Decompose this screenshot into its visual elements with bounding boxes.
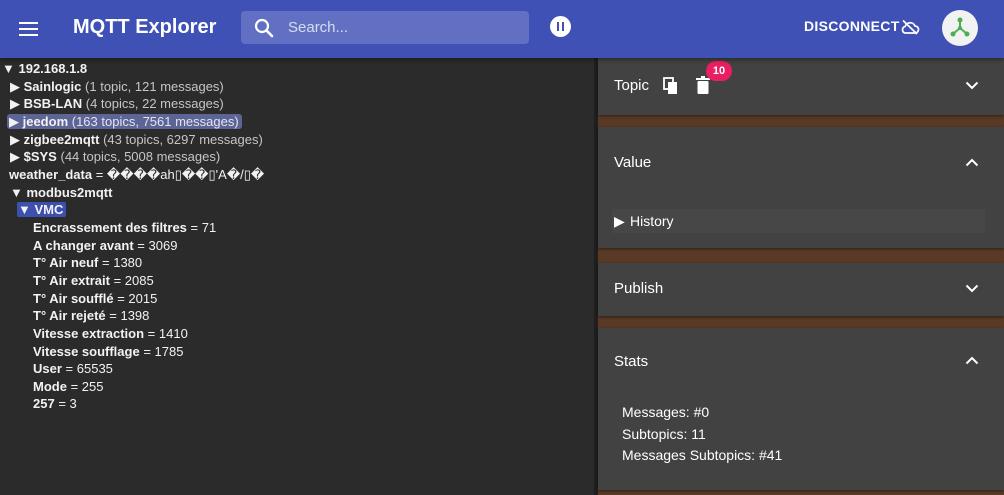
app-title: MQTT Explorer [73,16,217,38]
tree-node-name: zigbee2mqtt [23,132,100,147]
stats-subtopics: Subtopics: 11 [622,426,706,442]
publish-panel[interactable]: Publish [598,263,1004,316]
chevron-down-icon[interactable] [965,81,979,90]
tree-node-jeedom[interactable]: ▶ jeedom (163 topics, 7561 messages) [7,113,242,130]
tree-node-modbus2mqtt[interactable]: ▼ modbus2mqtt [10,184,112,201]
tree-leaf-name: Vitesse extraction [33,326,145,341]
disconnect-button[interactable]: DISCONNECT [804,18,900,34]
tree-node-sys[interactable]: ▶ $SYS (44 topics, 5008 messages) [10,148,220,165]
copy-icon[interactable] [663,77,679,95]
tree-node-value: = ����ah▯��▯'A�/▯� [95,167,265,182]
tree-node-name: BSB-LAN [23,96,83,111]
tree-leaf-value: = 2085 [113,273,154,288]
tree-node-highlight: ▶ jeedom (163 topics, 7561 messages) [7,114,242,129]
stats-messages: Messages: #0 [622,404,710,420]
avatar[interactable] [942,10,978,46]
tree-node-meta: (1 topic, 121 messages) [85,79,224,94]
tree-leaf[interactable]: T° Air extrait = 2085 [33,272,154,289]
tree-node-weather-data[interactable]: weather_data = ����ah▯��▯'A�/▯� [9,166,264,183]
tree-leaf[interactable]: T° Air soufflé = 2015 [33,290,157,307]
tree-node-meta: (163 topics, 7561 messages) [71,114,239,129]
delete-count-badge: 10 [706,61,732,81]
cloud-off-icon[interactable] [900,19,920,35]
history-label: History [630,213,674,229]
tree-leaf-value: = 1398 [109,308,150,323]
chevron-down-icon[interactable] [965,284,979,293]
search-box[interactable] [241,11,529,44]
tree-leaf-value: = 71 [190,220,217,235]
tree-leaf-name: Mode [33,379,67,394]
tree-leaf-name: T° Air rejeté [33,308,106,323]
tree-node-meta: (4 topics, 22 messages) [85,96,224,111]
tree-leaf-value: = 2015 [117,291,158,306]
topic-panel[interactable]: Topic [598,58,1004,115]
search-icon [254,18,274,38]
tree-leaf-name: User [33,361,62,376]
tree-node-name: jeedom [22,114,69,129]
tree-node-sainlogic[interactable]: ▶ Sainlogic (1 topic, 121 messages) [10,78,224,95]
pause-icon[interactable] [550,16,571,37]
delete-icon[interactable] [696,76,710,94]
tree-leaf-value: = 1410 [147,326,188,341]
tree-root-label: 192.168.1.8 [18,61,88,76]
tree-node-name: modbus2mqtt [26,185,113,200]
tree-leaf[interactable]: A changer avant = 3069 [33,237,177,254]
tree-root[interactable]: ▼ 192.168.1.8 [2,60,87,77]
tree-node-vmc[interactable]: ▼ VMC [17,201,67,218]
tree-leaf[interactable]: Vitesse extraction = 1410 [33,325,188,342]
tree-node-meta: (44 topics, 5008 messages) [60,149,221,164]
tree-leaf[interactable]: User = 65535 [33,360,113,377]
tree-leaf-name: Encrassement des filtres [33,220,187,235]
topic-tree: ▼ 192.168.1.8 ▶ Sainlogic (1 topic, 121 … [0,58,594,495]
tree-leaf[interactable]: 257 = 3 [33,395,77,412]
tree-leaf-name: A changer avant [33,238,134,253]
tree-leaf[interactable]: T° Air rejeté = 1398 [33,307,149,324]
tree-leaf[interactable]: Encrassement des filtres = 71 [33,219,216,236]
app-bar: MQTT Explorer DISCONNECT [0,0,1004,58]
tree-leaf[interactable]: Vitesse soufflage = 1785 [33,343,183,360]
tree-node-name: VMC [34,202,64,217]
tree-leaf-name: T° Air extrait [33,273,110,288]
chevron-up-icon[interactable] [965,158,979,167]
tree-node-bsb-lan[interactable]: ▶ BSB-LAN (4 topics, 22 messages) [10,95,224,112]
tree-leaf-name: T° Air soufflé [33,291,114,306]
tree-leaf-value: = 3069 [137,238,178,253]
tree-leaf-value: = 1380 [102,255,143,270]
value-panel-title: Value [614,154,652,171]
tree-node-name: weather_data [9,167,93,182]
tree-node-name: Sainlogic [23,79,82,94]
tree-leaf-name: 257 [33,396,55,411]
tree-leaf-value: = 255 [70,379,104,394]
stats-messages-subtopics: Messages Subtopics: #41 [622,447,783,463]
tree-leaf-value: = 3 [58,396,77,411]
menu-icon[interactable] [18,18,40,40]
avatar-logo-icon [950,17,970,37]
history-toggle[interactable]: ▶ History [612,209,985,233]
tree-leaf[interactable]: Mode = 255 [33,378,103,395]
chevron-up-icon[interactable] [965,356,979,365]
tree-leaf-value: = 1785 [143,344,184,359]
tree-leaf[interactable]: T° Air neuf = 1380 [33,254,142,271]
tree-leaf-value: = 65535 [65,361,113,376]
tree-leaf-name: Vitesse soufflage [33,344,140,359]
tree-node-zigbee2mqtt[interactable]: ▶ zigbee2mqtt (43 topics, 6297 messages) [10,131,263,148]
stats-panel-title: Stats [614,353,649,370]
tree-node-selected: ▼ VMC [17,202,67,217]
search-input[interactable] [288,11,518,44]
caret-right-icon: ▶ [614,213,625,229]
tree-node-meta: (43 topics, 6297 messages) [103,132,263,147]
tree-leaf-name: T° Air neuf [33,255,99,270]
topic-panel-title: Topic [614,77,650,94]
tree-node-name: $SYS [23,149,57,164]
publish-panel-title: Publish [614,280,664,297]
